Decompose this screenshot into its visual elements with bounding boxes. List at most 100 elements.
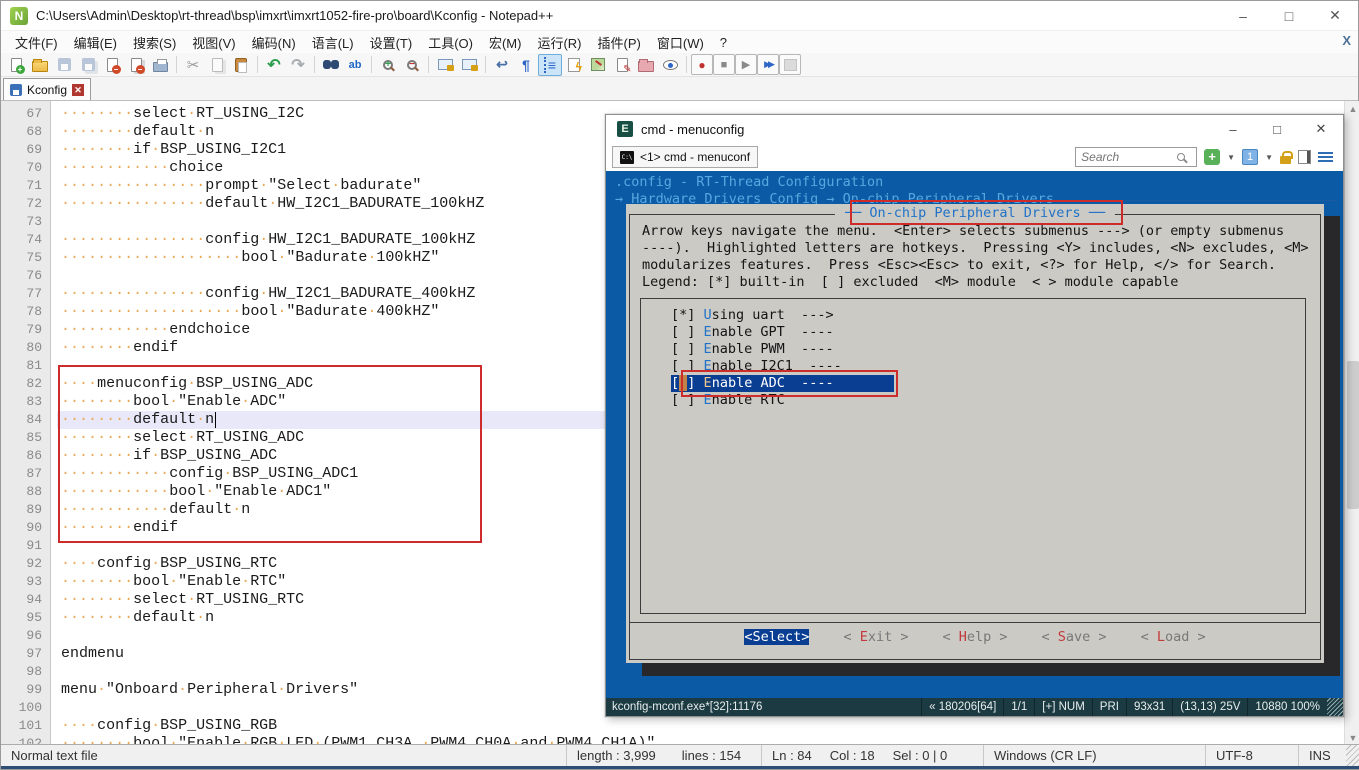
menu-item-6[interactable]: 设置(T) xyxy=(362,31,421,54)
select-button[interactable]: <Select> xyxy=(744,629,809,645)
tab-close-icon[interactable]: ✕ xyxy=(72,84,84,96)
code-line[interactable]: endmenu xyxy=(61,645,124,663)
status-insert-mode[interactable]: INS xyxy=(1299,745,1346,766)
minimize-button[interactable]: – xyxy=(1220,1,1266,30)
menu-item-8[interactable]: 宏(M) xyxy=(481,31,530,54)
play-icon[interactable] xyxy=(735,54,757,75)
monitoring-icon[interactable] xyxy=(658,54,682,76)
search-box[interactable] xyxy=(1075,147,1197,167)
code-line[interactable]: ········select·RT_USING_I2C xyxy=(61,105,304,123)
code-line[interactable]: ················prompt·"Select·badurate" xyxy=(61,177,421,195)
menu-item-1[interactable]: 编辑(E) xyxy=(66,31,125,54)
code-line[interactable]: ····················bool·"Badurate·100kH… xyxy=(61,249,439,267)
stop-icon[interactable] xyxy=(713,54,735,75)
menubar-close-icon[interactable]: X xyxy=(1342,33,1351,48)
menu-item-using-uart[interactable]: [*] Using uart ---> xyxy=(671,307,834,324)
help-button[interactable]: < Help > xyxy=(942,629,1007,645)
lock-icon[interactable] xyxy=(1280,156,1291,164)
paste-icon[interactable] xyxy=(229,54,253,76)
code-line[interactable]: ········if·BSP_USING_ADC xyxy=(61,447,277,465)
code-line[interactable]: ····················bool·"Badurate·400kH… xyxy=(61,303,439,321)
code-line[interactable]: ········select·RT_USING_RTC xyxy=(61,591,304,609)
menu-item-4[interactable]: 编码(N) xyxy=(244,31,304,54)
code-line[interactable]: ············bool·"Enable·ADC1" xyxy=(61,483,331,501)
code-line[interactable]: ············choice xyxy=(61,159,223,177)
code-line[interactable]: ····menuconfig·BSP_USING_ADC xyxy=(61,375,313,393)
scroll-up-arrow[interactable]: ▲ xyxy=(1345,101,1359,117)
save-macro-icon[interactable] xyxy=(779,54,801,75)
code-line[interactable]: ············config·BSP_USING_ADC1 xyxy=(61,465,358,483)
menu-item-3[interactable]: 视图(V) xyxy=(184,31,243,54)
menu-item-enable-pwm[interactable]: [ ] Enable PWM ---- xyxy=(671,341,834,358)
cmd-close-button[interactable]: ✕ xyxy=(1299,115,1343,143)
sync-h-icon[interactable] xyxy=(457,54,481,76)
maximize-button[interactable]: □ xyxy=(1266,1,1312,30)
indent-guide-icon[interactable] xyxy=(538,54,562,76)
menu-item-12[interactable]: ? xyxy=(712,33,735,52)
sync-v-icon[interactable] xyxy=(433,54,457,76)
load-button[interactable]: < Load > xyxy=(1141,629,1206,645)
console-list-dropdown-icon[interactable]: ▼ xyxy=(1265,153,1273,162)
hamburger-menu-icon[interactable] xyxy=(1318,152,1333,162)
word-wrap-icon[interactable] xyxy=(490,54,514,76)
save-icon[interactable] xyxy=(52,54,76,76)
zoom-out-icon[interactable] xyxy=(400,54,424,76)
record-icon[interactable] xyxy=(691,54,713,75)
code-line[interactable]: ············default·n xyxy=(61,501,250,519)
zoom-in-icon[interactable] xyxy=(376,54,400,76)
cmd-resize-grip[interactable] xyxy=(1327,698,1343,716)
code-line[interactable]: ················config·HW_I2C1_BADURATE_… xyxy=(61,231,475,249)
code-line[interactable]: ····config·BSP_USING_RTC xyxy=(61,555,277,573)
run-multi-icon[interactable] xyxy=(757,54,779,75)
cut-icon[interactable] xyxy=(181,54,205,76)
redo-icon[interactable] xyxy=(286,54,310,76)
save-all-icon[interactable] xyxy=(76,54,100,76)
code-line[interactable]: ············endchoice xyxy=(61,321,250,339)
status-eol-format[interactable]: Windows (CR LF) xyxy=(984,745,1206,766)
status-encoding[interactable]: UTF-8 xyxy=(1206,745,1299,766)
menu-item-enable-gpt[interactable]: [ ] Enable GPT ---- xyxy=(671,324,834,341)
code-line[interactable]: ················config·HW_I2C1_BADURATE_… xyxy=(61,285,475,303)
menu-item-7[interactable]: 工具(O) xyxy=(420,31,481,54)
folder-workspace-icon[interactable] xyxy=(634,54,658,76)
code-line[interactable]: ········select·RT_USING_ADC xyxy=(61,429,304,447)
menu-item-9[interactable]: 运行(R) xyxy=(529,31,589,54)
panes-icon[interactable] xyxy=(1298,150,1311,164)
doc-list-icon[interactable] xyxy=(610,54,634,76)
open-icon[interactable] xyxy=(28,54,52,76)
menu-item-11[interactable]: 窗口(W) xyxy=(649,31,712,54)
doc-map-icon[interactable] xyxy=(586,54,610,76)
search-input[interactable] xyxy=(1081,150,1177,164)
new-file-icon[interactable]: + xyxy=(4,54,28,76)
menu-item-enable-adc[interactable]: [ ] Enable ADC ---- xyxy=(671,375,894,392)
cmd-minimize-button[interactable]: – xyxy=(1211,115,1255,143)
menu-item-enable-rtc[interactable]: [ ] Enable RTC xyxy=(671,392,785,409)
code-line[interactable]: ········if·BSP_USING_I2C1 xyxy=(61,141,286,159)
code-line[interactable]: ········bool·"Enable·RTC" xyxy=(61,573,286,591)
code-line[interactable]: ····config·BSP_USING_RGB xyxy=(61,717,277,735)
undo-icon[interactable] xyxy=(262,54,286,76)
menu-item-10[interactable]: 插件(P) xyxy=(590,31,649,54)
print-icon[interactable] xyxy=(148,54,172,76)
menu-item-0[interactable]: 文件(F) xyxy=(7,31,66,54)
menu-item-2[interactable]: 搜索(S) xyxy=(125,31,184,54)
show-all-chars-icon[interactable] xyxy=(514,54,538,76)
scrollbar-thumb[interactable] xyxy=(1347,361,1359,509)
copy-icon[interactable] xyxy=(205,54,229,76)
code-line[interactable]: ········default·n xyxy=(61,609,214,627)
code-line[interactable]: ················default·HW_I2C1_BADURATE… xyxy=(61,195,484,213)
close-icon[interactable]: − xyxy=(100,54,124,76)
find-icon[interactable] xyxy=(319,54,343,76)
active-console-button[interactable]: 1 xyxy=(1242,149,1258,165)
code-line[interactable]: ········default·n xyxy=(61,411,214,429)
code-line[interactable]: ········default·n xyxy=(61,123,214,141)
menu-item-5[interactable]: 语言(L) xyxy=(304,31,362,54)
tab-kconfig[interactable]: Kconfig ✕ xyxy=(3,78,91,100)
new-console-dropdown-icon[interactable]: ▼ xyxy=(1227,153,1235,162)
menu-item-enable-i2c1[interactable]: [ ] Enable I2C1 ---- xyxy=(671,358,842,375)
close-button[interactable]: ✕ xyxy=(1312,1,1358,30)
new-console-button[interactable]: + xyxy=(1204,149,1220,165)
code-line[interactable]: menu·"Onboard·Peripheral·Drivers" xyxy=(61,681,358,699)
cmd-console-tab[interactable]: C:\ <1> cmd - menuconf xyxy=(612,146,758,168)
code-line[interactable]: ········endif xyxy=(61,519,178,537)
